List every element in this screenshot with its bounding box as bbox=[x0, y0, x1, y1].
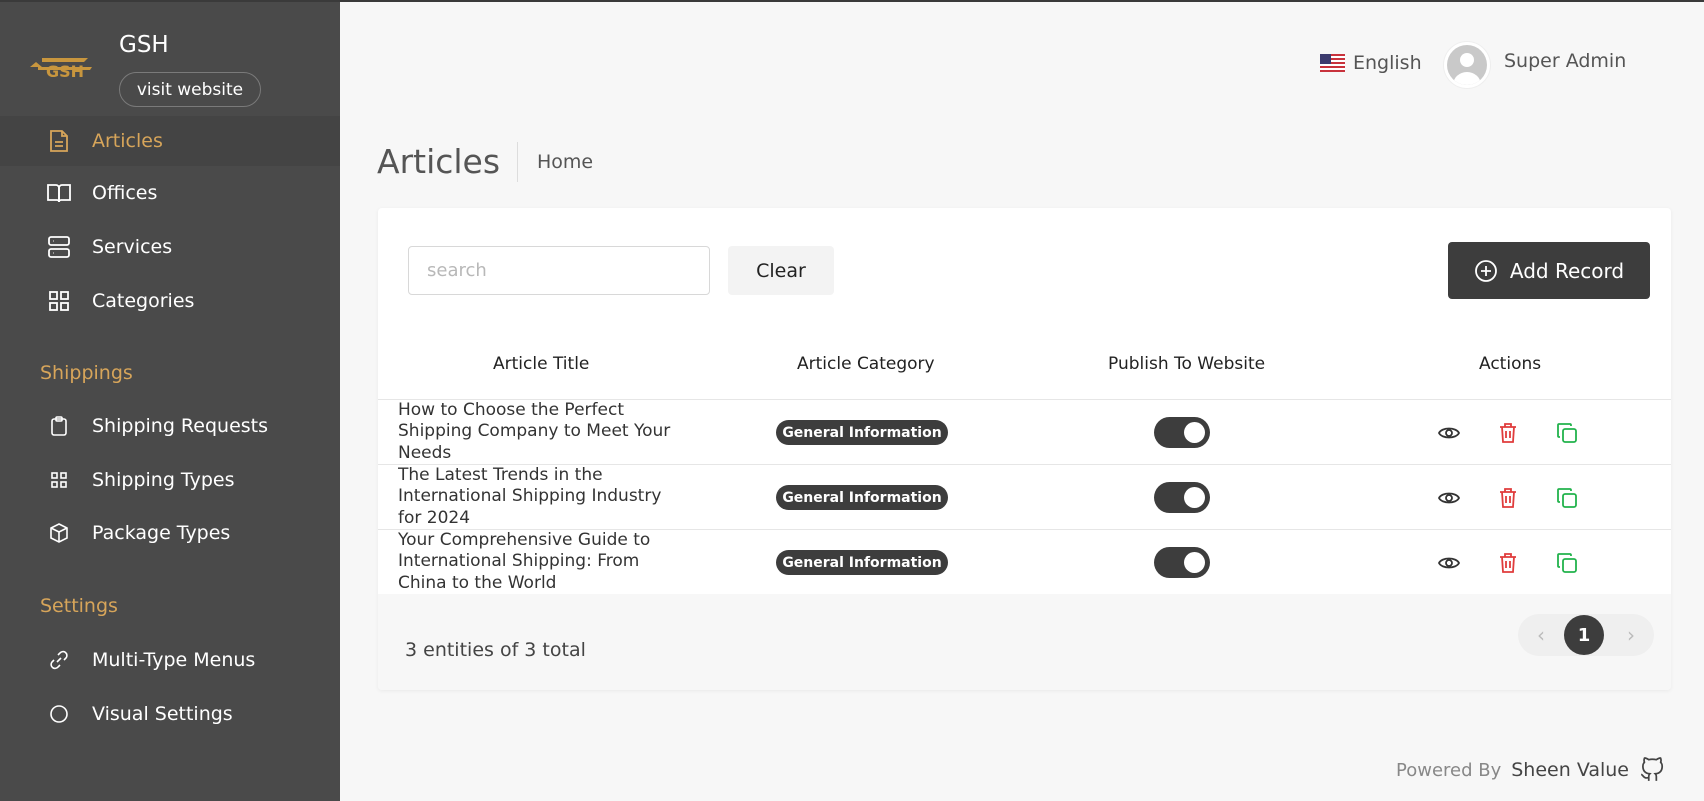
language-label: English bbox=[1353, 52, 1422, 74]
category-badge: General Information bbox=[776, 420, 948, 445]
page-title: Articles bbox=[377, 142, 501, 181]
table-footer: 3 entities of 3 total ‹ 1 › bbox=[378, 594, 1671, 690]
circle-icon bbox=[46, 701, 72, 727]
link-icon bbox=[46, 647, 72, 673]
copy-icon[interactable] bbox=[1554, 550, 1580, 576]
view-icon[interactable] bbox=[1436, 485, 1462, 511]
sidebar-item-package-types[interactable]: Package Types bbox=[0, 508, 340, 558]
gsh-logo: GSH bbox=[30, 58, 92, 81]
table-row: The Latest Trends in the International S… bbox=[378, 464, 1671, 529]
sidebar-item-label: Articles bbox=[92, 130, 163, 152]
powered-by-label: Powered By bbox=[1396, 759, 1502, 781]
sidebar-item-categories[interactable]: Categories bbox=[0, 276, 340, 326]
column-header-category: Article Category bbox=[797, 354, 935, 374]
column-header-actions: Actions bbox=[1479, 354, 1542, 374]
column-header-publish: Publish To Website bbox=[1108, 354, 1266, 374]
view-icon[interactable] bbox=[1436, 550, 1462, 576]
entities-summary: 3 entities of 3 total bbox=[405, 639, 586, 661]
svg-text:GSH: GSH bbox=[46, 62, 84, 81]
articles-card: Clear Add Record Article Title Article C… bbox=[378, 208, 1671, 690]
copy-icon[interactable] bbox=[1554, 420, 1580, 446]
sidebar-item-label: Categories bbox=[92, 290, 195, 312]
language-selector[interactable]: English bbox=[1320, 52, 1422, 74]
plus-circle-icon bbox=[1475, 259, 1497, 282]
server-icon bbox=[46, 234, 72, 260]
add-record-button[interactable]: Add Record bbox=[1448, 242, 1650, 299]
chevron-left-icon[interactable]: ‹ bbox=[1530, 623, 1552, 647]
category-badge: General Information bbox=[776, 485, 948, 510]
github-icon[interactable] bbox=[1639, 756, 1665, 784]
clipboard-icon bbox=[46, 413, 72, 439]
book-open-icon bbox=[46, 180, 72, 206]
article-title: Your Comprehensive Guide to Internationa… bbox=[398, 530, 651, 593]
table-row: Your Comprehensive Guide to Internationa… bbox=[378, 529, 1671, 594]
article-title: How to Choose the Perfect Shipping Compa… bbox=[398, 400, 671, 463]
sidebar-item-shipping-types[interactable]: Shipping Types bbox=[0, 455, 340, 505]
user-name[interactable]: Super Admin bbox=[1504, 50, 1626, 72]
sidebar-item-offices[interactable]: Offices bbox=[0, 168, 340, 218]
copy-icon[interactable] bbox=[1554, 485, 1580, 511]
add-record-label: Add Record bbox=[1509, 258, 1625, 283]
us-flag-icon bbox=[1320, 54, 1345, 72]
trash-icon[interactable] bbox=[1495, 485, 1521, 511]
search-input[interactable] bbox=[408, 246, 710, 295]
sidebar-item-services[interactable]: Services bbox=[0, 222, 340, 272]
column-header-title: Article Title bbox=[493, 354, 590, 374]
page-footer: Powered By Sheen Value bbox=[1396, 756, 1665, 784]
breadcrumb[interactable]: Home bbox=[537, 151, 593, 173]
avatar[interactable] bbox=[1444, 42, 1490, 88]
section-shippings: Shippings bbox=[40, 362, 133, 384]
chevron-right-icon[interactable]: › bbox=[1620, 623, 1642, 647]
sidebar-item-label: Package Types bbox=[92, 522, 231, 544]
package-icon bbox=[46, 520, 72, 546]
pagination: ‹ 1 › bbox=[1518, 614, 1654, 656]
section-settings: Settings bbox=[40, 595, 118, 617]
sidebar: GSH GSH visit website Articles Offices S… bbox=[0, 0, 340, 801]
sidebar-item-label: Offices bbox=[92, 182, 158, 204]
clear-button[interactable]: Clear bbox=[728, 246, 834, 295]
sidebar-item-label: Services bbox=[92, 236, 173, 258]
publish-toggle[interactable] bbox=[1154, 417, 1210, 448]
sidebar-item-articles[interactable]: Articles bbox=[0, 116, 340, 166]
category-badge: General Information bbox=[776, 550, 948, 575]
sidebar-item-label: Shipping Types bbox=[92, 469, 235, 491]
page-number-button[interactable]: 1 bbox=[1564, 615, 1604, 655]
user-icon bbox=[1447, 45, 1487, 85]
sidebar-item-label: Visual Settings bbox=[92, 703, 233, 725]
grid-icon bbox=[46, 467, 72, 493]
document-icon bbox=[46, 128, 72, 154]
company-link[interactable]: Sheen Value bbox=[1511, 759, 1629, 781]
article-title: The Latest Trends in the International S… bbox=[398, 465, 662, 528]
grid-icon bbox=[46, 288, 72, 314]
sidebar-item-label: Shipping Requests bbox=[92, 415, 269, 437]
visit-website-button[interactable]: visit website bbox=[119, 72, 261, 107]
trash-icon[interactable] bbox=[1495, 420, 1521, 446]
trash-icon[interactable] bbox=[1495, 550, 1521, 576]
sidebar-item-label: Multi-Type Menus bbox=[92, 649, 256, 671]
sidebar-item-visual-settings[interactable]: Visual Settings bbox=[0, 689, 340, 739]
publish-toggle[interactable] bbox=[1154, 482, 1210, 513]
sidebar-item-shipping-requests[interactable]: Shipping Requests bbox=[0, 401, 340, 451]
publish-toggle[interactable] bbox=[1154, 547, 1210, 578]
sidebar-item-multi-type-menus[interactable]: Multi-Type Menus bbox=[0, 635, 340, 685]
table-row: How to Choose the Perfect Shipping Compa… bbox=[378, 399, 1671, 464]
title-divider bbox=[517, 142, 518, 182]
brand-name: GSH bbox=[119, 32, 169, 58]
view-icon[interactable] bbox=[1436, 420, 1462, 446]
top-border bbox=[0, 0, 1704, 2]
